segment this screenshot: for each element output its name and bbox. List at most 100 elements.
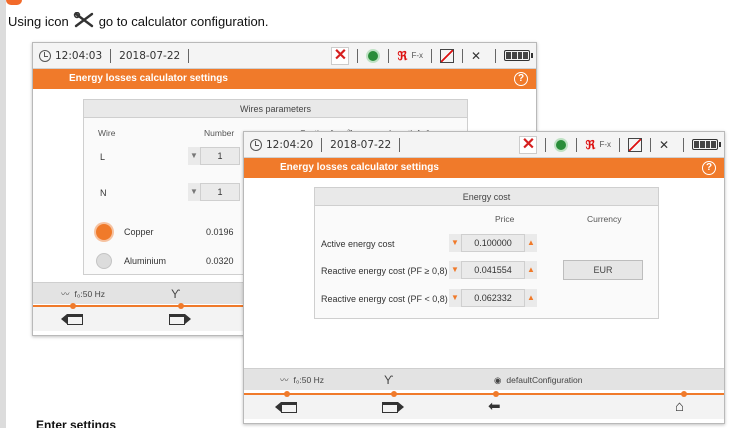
decrement-icon[interactable]: ▼ [188, 147, 200, 165]
info-bar: 〰 f₀:50 Hz ϒ ◉ defaultConfiguration [244, 368, 724, 390]
return-button[interactable]: ⬅ [488, 398, 501, 416]
radio-aluminium[interactable] [96, 253, 112, 269]
navigation-bar: ⬅ ⌂ [244, 391, 724, 419]
material-label-copper: Copper [124, 227, 154, 237]
number-value-n[interactable]: 1 [200, 183, 240, 201]
price-stepper-reactive-high[interactable]: ▼ 0.041554 ▲ [449, 261, 537, 279]
energy-cost-panel: Energy cost Price Currency Active energy… [314, 187, 659, 319]
manual-page: Using icon go to calculator configuratio… [0, 0, 731, 428]
divider [399, 137, 401, 152]
divider [462, 48, 463, 63]
nav-indicator [681, 391, 687, 397]
panel-title: Energy cost [315, 188, 658, 206]
satellite-icon: ✕ [659, 137, 670, 152]
increment-icon[interactable]: ▲ [525, 261, 537, 279]
number-stepper-n[interactable]: ▼ 1 [188, 183, 240, 201]
material-value-copper: 0.0196 [206, 227, 234, 237]
memory-card-icon [628, 137, 642, 152]
arrow-right-icon [398, 402, 404, 412]
divider [388, 48, 390, 63]
nav-indicator [391, 391, 397, 397]
divider [110, 48, 112, 63]
home-button[interactable]: ⌂ [675, 398, 684, 416]
instruction-line: Using icon go to calculator configuratio… [8, 11, 269, 31]
increment-icon[interactable]: ▲ [525, 289, 537, 307]
divider [576, 137, 578, 152]
material-value-aluminium: 0.0320 [206, 256, 234, 266]
screen-title-bar: Energy losses calculator settings ? [244, 158, 724, 178]
row-label-reactive-high: Reactive energy cost (PF ≥ 0,8) [321, 266, 448, 276]
screen-icon [382, 401, 398, 413]
left-accent-bar [0, 0, 6, 428]
price-value-reactive-low[interactable]: 0.062332 [461, 289, 525, 307]
price-stepper-active[interactable]: ▼ 0.100000 ▲ [449, 234, 537, 252]
status-bar: 12:04:20 2018-07-22 ✕ ℜ F-x ✕ [244, 132, 724, 158]
divider [619, 137, 620, 152]
back-screen-button[interactable] [275, 398, 297, 416]
nav-indicator [284, 391, 290, 397]
clock-icon [250, 138, 262, 151]
currency-select[interactable]: EUR [563, 260, 643, 280]
decrement-icon[interactable]: ▼ [449, 234, 461, 252]
return-arrow-icon: ⬅ [488, 398, 501, 415]
close-icon[interactable]: ✕ [331, 46, 350, 65]
help-icon[interactable]: ? [514, 72, 528, 86]
increment-icon[interactable]: ▲ [525, 234, 537, 252]
status-icons: ✕ ℜ F-x ✕ [331, 46, 536, 65]
number-stepper-l[interactable]: ▼ 1 [188, 147, 240, 165]
frequency-text: f₀:50 Hz [293, 375, 324, 385]
divider [683, 137, 684, 152]
instruction-suffix: go to calculator configuration. [98, 14, 269, 29]
screen-title: Energy losses calculator settings [280, 162, 439, 173]
decrement-icon[interactable]: ▼ [449, 289, 461, 307]
section-heading: Enter settings [36, 418, 117, 428]
number-value-l[interactable]: 1 [200, 147, 240, 165]
status-bar: 12:04:03 2018-07-22 ✕ ℜ F-x ✕ [33, 43, 536, 69]
next-screen-button[interactable] [382, 398, 404, 416]
close-icon[interactable]: ✕ [519, 135, 538, 154]
nav-indicator [70, 303, 76, 309]
date-text: 2018-07-22 [119, 49, 181, 62]
next-screen-button[interactable] [169, 310, 191, 328]
back-screen-button[interactable] [61, 310, 83, 328]
wave-icon: 〰 [61, 289, 70, 299]
status-icons: ✕ ℜ F-x ✕ [519, 135, 724, 154]
record-icon [366, 48, 381, 63]
configuration-info: ◉ defaultConfiguration [494, 369, 583, 391]
column-number: Number [204, 128, 235, 138]
screen-icon [169, 313, 185, 325]
frequency-info: 〰 f₀:50 Hz [280, 369, 324, 391]
clamp-icon: ℜ [397, 48, 408, 63]
price-stepper-reactive-low[interactable]: ▼ 0.062332 ▲ [449, 289, 537, 307]
panel-title: Wires parameters [84, 100, 467, 118]
memory-card-icon [440, 48, 454, 63]
divider [495, 48, 496, 63]
divider [545, 137, 547, 152]
column-price: Price [495, 214, 515, 224]
divider [431, 48, 432, 63]
wave-icon: 〰 [280, 375, 289, 385]
network-icon: ϒ [171, 287, 181, 301]
price-value-reactive-high[interactable]: 0.041554 [461, 261, 525, 279]
instruction-prefix: Using icon [8, 14, 69, 29]
frequency-info: 〰 f₀:50 Hz [61, 283, 105, 305]
battery-icon [504, 50, 533, 61]
decrement-icon[interactable]: ▼ [188, 183, 200, 201]
material-label-aluminium: Aluminium [124, 256, 167, 266]
price-value-active[interactable]: 0.100000 [461, 234, 525, 252]
decrement-icon[interactable]: ▼ [449, 261, 461, 279]
screen-title: Energy losses calculator settings [69, 73, 228, 84]
tools-icon [73, 11, 95, 31]
fx-label: F-x [411, 51, 423, 60]
frequency-text: f₀:50 Hz [74, 289, 105, 299]
radio-copper[interactable] [96, 224, 112, 240]
row-label-n: N [100, 188, 107, 198]
divider [321, 137, 323, 152]
fx-label: F-x [599, 140, 611, 149]
orange-tab-marker [6, 0, 22, 5]
record-icon [554, 137, 569, 152]
screen-energy-cost: 12:04:20 2018-07-22 ✕ ℜ F-x ✕ Energy los… [243, 131, 725, 424]
screen-icon [281, 401, 297, 413]
help-icon[interactable]: ? [702, 161, 716, 175]
configuration-text: defaultConfiguration [506, 375, 583, 385]
